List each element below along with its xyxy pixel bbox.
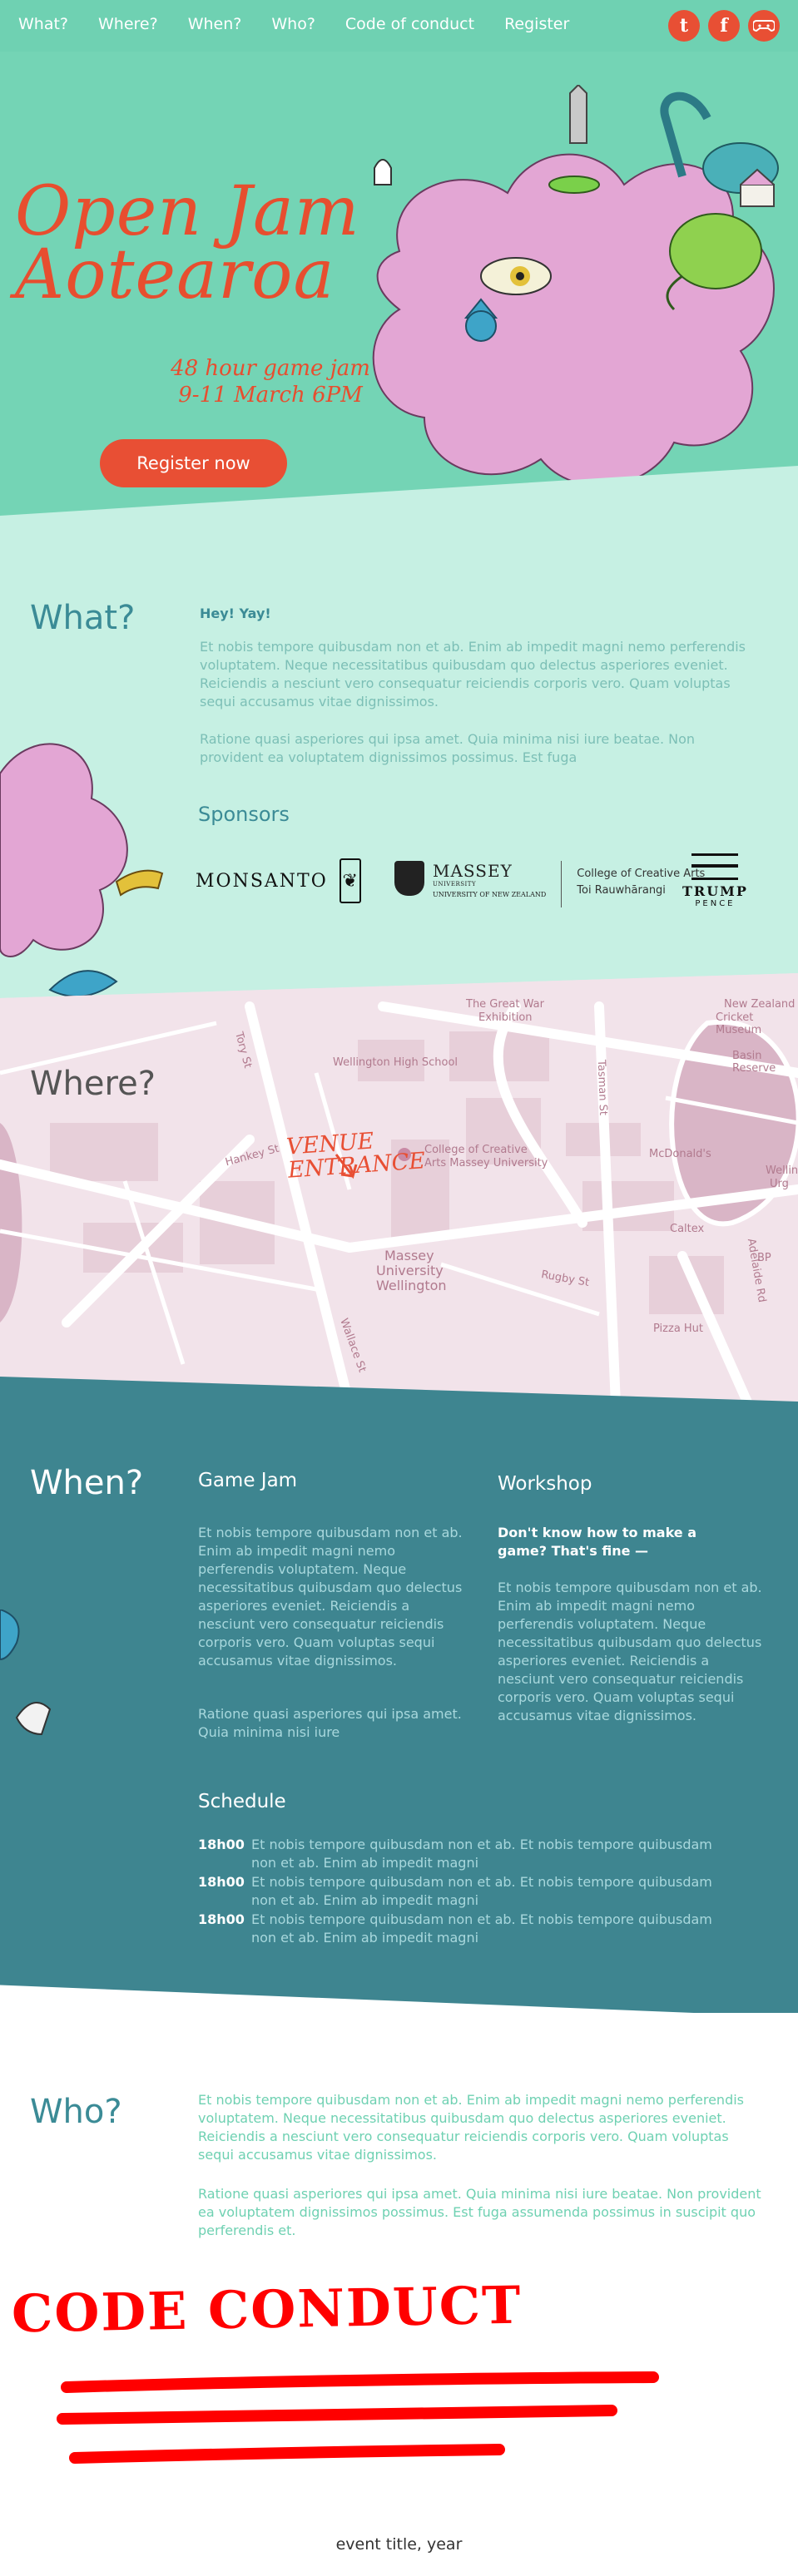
top-nav: What? Where? When? Who? Code of conduct … (0, 0, 798, 52)
hero-section: Open Jam Aotearoa 48 hour game jam 9-11 … (0, 52, 798, 566)
who-title: Who? (30, 2093, 122, 2131)
hero-subtitle-line1: 48 hour game jam (171, 356, 370, 381)
trump-name: TRUMP (682, 883, 748, 899)
page: What? Where? When? Who? Code of conduct … (0, 0, 798, 2576)
map-label-mcdonalds: McDonald's (649, 1148, 711, 1160)
map-label-great-war: The Great War (466, 998, 544, 1011)
nav-item-what[interactable]: What? (18, 15, 68, 33)
schedule-row: 18h00 Et nobis tempore quibusdam non et … (198, 1836, 714, 1872)
workshop-title: Workshop (498, 1473, 592, 1495)
when-section: When? Game Jam Et nobis tempore quibusda… (0, 1377, 798, 2017)
map-label-massey-3: Wellington (376, 1278, 447, 1293)
who-paragraph-1: Et nobis tempore quibusdam non et ab. En… (198, 2092, 744, 2163)
code-of-conduct-title: CODE CONDUCT (11, 2274, 523, 2345)
game-jam-title: Game Jam (198, 1470, 298, 1491)
schedule-time: 18h00 (198, 1837, 245, 1852)
hero-subtitle: 48 hour game jam 9-11 March 6PM (137, 355, 404, 408)
what-paragraph-2: Ratione quasi asperiores qui ipsa amet. … (200, 731, 696, 765)
nav-links: What? Where? When? Who? Code of conduct … (18, 15, 599, 33)
map[interactable] (0, 973, 798, 1406)
what-title: What? (30, 599, 136, 637)
yellow-cat (115, 869, 164, 897)
left-creature-illustration (0, 743, 164, 997)
register-now-button[interactable]: Register now (100, 439, 287, 487)
monsanto-wordmark: MONSANTO (196, 870, 328, 892)
map-label-basin-reserve: Basin Reserve (732, 1050, 776, 1075)
hero-title-line1: Open Jam (15, 172, 360, 251)
facebook-icon[interactable]: f (708, 10, 740, 42)
schedule-text: Et nobis tempore quibusdam non et ab. Et… (251, 1874, 712, 1908)
schedule-title: Schedule (198, 1791, 286, 1812)
massey-name: MASSEY (433, 861, 513, 881)
map-label-pizza-hut: Pizza Hut (653, 1323, 704, 1335)
map-label-tasman-st: Tasman St (594, 1059, 610, 1116)
what-subtitle: Hey! Yay! (200, 606, 271, 621)
map-label-caltex: Caltex (670, 1223, 705, 1235)
schedule-row: 18h00 Et nobis tempore quibusdam non et … (198, 1873, 714, 1910)
nav-item-who[interactable]: Who? (271, 15, 315, 33)
venue-entrance-note: VENUE ENTRANCE (285, 1126, 426, 1183)
massey-wordmark: MASSEY UNIVERSITY UNIVERSITY OF NEW ZEAL… (433, 861, 546, 898)
side-creatures-illustration (0, 1609, 52, 1736)
where-section: Where? VENUE ENTRANCE The Great War Exhi… (0, 973, 798, 1406)
map-label-massey-1: Massey (384, 1248, 434, 1263)
what-section: What? Hey! Yay! Et nobis tempore quibusd… (0, 466, 798, 1006)
map-label-exhibition: Exhibition (478, 1011, 533, 1024)
massey-nz: UNIVERSITY OF NEW ZEALAND (433, 891, 547, 898)
workshop-paragraph: Et nobis tempore quibusdam non et ab. En… (498, 1580, 762, 1723)
where-title: Where? (30, 1065, 156, 1103)
map-label-wellington-urg-2: Urg (770, 1178, 789, 1190)
workshop-intro: Don't know how to make a game? That's fi… (498, 1525, 696, 1559)
schedule-text: Et nobis tempore quibusdam non et ab. Et… (251, 1837, 712, 1871)
who-section: Who? Et nobis tempore quibusdam non et a… (0, 2013, 798, 2246)
game-jam-paragraph-1: Et nobis tempore quibusdam non et ab. En… (198, 1525, 463, 1669)
nav-item-register[interactable]: Register (504, 15, 569, 33)
social-links: t f (668, 10, 780, 42)
scribble-lines (57, 2371, 659, 2464)
nav-item-code-of-conduct[interactable]: Code of conduct (345, 15, 474, 33)
sponsor-monsanto-logo[interactable]: MONSANTO ❦ (196, 858, 361, 903)
nav-item-where[interactable]: Where? (98, 15, 158, 33)
green-snail (669, 213, 762, 289)
blue-fish (48, 970, 118, 997)
code-of-conduct-section: CODE CONDUCT event title, year (0, 2246, 798, 2576)
map-label-college-1: College of Creative (424, 1144, 528, 1156)
map-label-massey-2: University (376, 1263, 444, 1278)
tumblr-icon[interactable]: t (668, 10, 700, 42)
when-title: When? (30, 1464, 144, 1502)
map-label-wellington-high: Wellington High School (333, 1056, 458, 1069)
gamepad-icon[interactable] (748, 10, 780, 42)
hero-title: Open Jam Aotearoa (15, 172, 381, 314)
gamepad-glyph (753, 20, 775, 32)
trump-sub: PENCE (695, 899, 736, 908)
map-label-college-2: Arts Massey University (424, 1157, 548, 1169)
footer-text: event title, year (335, 2535, 463, 2554)
massey-divider (561, 861, 563, 907)
trump-pence-mark-icon (691, 853, 739, 880)
schedule-text: Et nobis tempore quibusdam non et ab. Et… (251, 1911, 712, 1946)
wheat-icon: ❦ (339, 858, 361, 903)
game-jam-paragraph-2: Ratione quasi asperiores qui ipsa amet. … (198, 1706, 462, 1740)
sponsors-title: Sponsors (198, 803, 290, 826)
sponsor-massey-logo[interactable]: MASSEY UNIVERSITY UNIVERSITY OF NEW ZEAL… (394, 861, 705, 907)
map-label-new-zealand: New Zealand (724, 998, 796, 1011)
hero-subtitle-line2: 9-11 March 6PM (178, 383, 363, 408)
what-paragraph-1: Et nobis tempore quibusdam non et ab. En… (200, 639, 746, 710)
schedule-time: 18h00 (198, 1911, 245, 1927)
schedule-time: 18h00 (198, 1874, 245, 1890)
sponsor-trump-pence-logo[interactable]: TRUMP PENCE (682, 853, 748, 908)
hero-title-line2: Aotearoa (15, 235, 335, 314)
map-label-cricket-museum: Cricket Museum (716, 1011, 762, 1036)
map-label-wellington-urg-1: Wellin (766, 1164, 798, 1177)
massey-crest-icon (394, 861, 424, 896)
who-paragraph-2: Ratione quasi asperiores qui ipsa amet. … (198, 2186, 761, 2238)
massey-small: UNIVERSITY (433, 881, 477, 888)
nav-item-when[interactable]: When? (188, 15, 242, 33)
schedule-row: 18h00 Et nobis tempore quibusdam non et … (198, 1911, 714, 1947)
